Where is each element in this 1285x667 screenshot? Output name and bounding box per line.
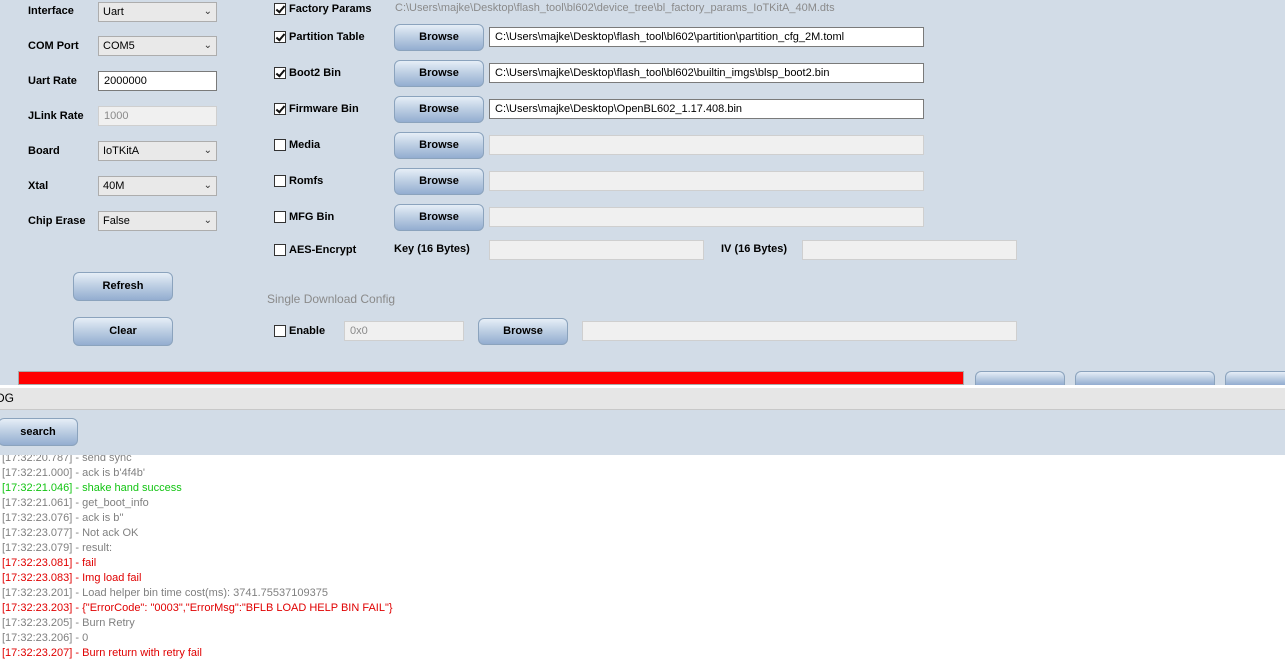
- interface-value: Uart: [103, 6, 124, 18]
- log-line: [17:32:23.206] - 0: [2, 632, 89, 644]
- single-download-browse-button[interactable]: Browse: [478, 318, 568, 345]
- log-line: [17:32:21.061] - get_boot_info: [2, 497, 149, 509]
- factory-params-checkbox[interactable]: [274, 3, 286, 15]
- uart-rate-label: Uart Rate: [28, 75, 77, 87]
- boot2-bin-label: Boot2 Bin: [289, 67, 341, 79]
- single-download-enable-checkbox[interactable]: [274, 325, 286, 337]
- aes-iv-label: IV (16 Bytes): [721, 243, 788, 255]
- media-label: Media: [289, 139, 321, 151]
- mfg-bin-checkbox[interactable]: [274, 211, 286, 223]
- progress-bar: [18, 371, 964, 385]
- action-button-1[interactable]: [975, 371, 1065, 385]
- media-checkbox[interactable]: [274, 139, 286, 151]
- aes-key-label: Key (16 Bytes): [394, 243, 470, 255]
- chip-erase-select[interactable]: False ⌄: [98, 211, 217, 231]
- romfs-browse-button[interactable]: Browse: [394, 168, 484, 195]
- com-port-value: COM5: [103, 40, 135, 52]
- factory-params-label: Factory Params: [289, 3, 372, 15]
- firmware-bin-path-input[interactable]: C:\Users\majke\Desktop\OpenBL602_1.17.40…: [489, 99, 924, 119]
- single-download-section-label: Single Download Config: [267, 292, 396, 306]
- firmware-bin-checkbox[interactable]: [274, 103, 286, 115]
- aes-key-input: [489, 240, 704, 260]
- xtal-value: 40M: [103, 180, 125, 192]
- media-browse-button[interactable]: Browse: [394, 132, 484, 159]
- log-line: [17:32:23.205] - Burn Retry: [2, 617, 135, 629]
- log-line: [17:32:23.076] - ack is b'': [2, 512, 124, 524]
- log-section-header: DG: [0, 388, 1285, 410]
- firmware-bin-label: Firmware Bin: [289, 103, 359, 115]
- com-port-label: COM Port: [28, 40, 79, 52]
- log-line: [17:32:20.787] - send sync: [2, 455, 132, 464]
- xtal-label: Xtal: [28, 180, 49, 192]
- romfs-path-input: [489, 171, 924, 191]
- chip-erase-label: Chip Erase: [28, 215, 86, 227]
- media-path-input: [489, 135, 924, 155]
- jlink-rate-label: JLink Rate: [28, 110, 84, 122]
- chevron-down-icon: ⌄: [203, 40, 212, 51]
- interface-label: Interface: [28, 5, 74, 17]
- log-line: [17:32:23.083] - Img load fail: [2, 572, 142, 584]
- xtal-select[interactable]: 40M ⌄: [98, 176, 217, 196]
- chevron-down-icon: ⌄: [203, 215, 212, 226]
- single-download-enable-label: Enable: [289, 325, 326, 337]
- clear-button[interactable]: Clear: [73, 317, 173, 346]
- aes-iv-input: [802, 240, 1017, 260]
- chevron-down-icon: ⌄: [203, 6, 212, 17]
- partition-table-checkbox[interactable]: [274, 31, 286, 43]
- single-download-path-input: [582, 321, 1017, 341]
- chevron-down-icon: ⌄: [203, 180, 212, 191]
- log-section-title: DG: [0, 391, 14, 405]
- romfs-checkbox[interactable]: [274, 175, 286, 187]
- interface-select[interactable]: Uart ⌄: [98, 2, 217, 22]
- log-line: [17:32:23.201] - Load helper bin time co…: [2, 587, 328, 599]
- boot2-bin-browse-button[interactable]: Browse: [394, 60, 484, 87]
- board-label: Board: [28, 145, 60, 157]
- partition-table-path-input[interactable]: C:\Users\majke\Desktop\flash_tool\bl602\…: [489, 27, 924, 47]
- log-toolbar: [0, 410, 1285, 455]
- log-line: [17:32:23.203] - {"ErrorCode": "0003","E…: [2, 602, 393, 614]
- com-port-select[interactable]: COM5 ⌄: [98, 36, 217, 56]
- progress-fill: [19, 372, 963, 384]
- firmware-bin-browse-button[interactable]: Browse: [394, 96, 484, 123]
- romfs-label: Romfs: [289, 175, 324, 187]
- partition-table-label: Partition Table: [289, 31, 365, 43]
- chevron-down-icon: ⌄: [203, 145, 212, 156]
- partition-table-browse-button[interactable]: Browse: [394, 24, 484, 51]
- jlink-rate-input: 1000: [98, 106, 217, 126]
- mfg-bin-label: MFG Bin: [289, 211, 335, 223]
- aes-encrypt-checkbox[interactable]: [274, 244, 286, 256]
- mfg-bin-path-input: [489, 207, 924, 227]
- boot2-bin-checkbox[interactable]: [274, 67, 286, 79]
- mfg-bin-browse-button[interactable]: Browse: [394, 204, 484, 231]
- refresh-button[interactable]: Refresh: [73, 272, 173, 301]
- log-line: [17:32:23.077] - Not ack OK: [2, 527, 139, 539]
- log-output[interactable]: [17:32:20.787] - send sync [17:32:21.000]…: [0, 455, 1285, 667]
- aes-encrypt-label: AES-Encrypt: [289, 244, 357, 256]
- log-line: [17:32:23.079] - result:: [2, 542, 113, 554]
- log-line: [17:32:21.046] - shake hand success: [2, 482, 182, 494]
- action-button-2[interactable]: [1075, 371, 1215, 385]
- factory-params-path: C:\Users\majke\Desktop\flash_tool\bl602\…: [395, 2, 835, 14]
- search-button[interactable]: search: [0, 418, 78, 446]
- single-download-address-input[interactable]: 0x0: [344, 321, 464, 341]
- chip-erase-value: False: [103, 215, 130, 227]
- board-select[interactable]: IoTKitA ⌄: [98, 141, 217, 161]
- boot2-bin-path-input[interactable]: C:\Users\majke\Desktop\flash_tool\bl602\…: [489, 63, 924, 83]
- log-line: [17:32:23.081] - fail: [2, 557, 97, 569]
- log-line: [17:32:23.207] - Burn return with retry …: [2, 647, 202, 659]
- uart-rate-input[interactable]: 2000000: [98, 71, 217, 91]
- action-button-3[interactable]: [1225, 371, 1285, 385]
- log-line: [17:32:21.000] - ack is b'4f4b': [2, 467, 146, 479]
- board-value: IoTKitA: [103, 145, 140, 157]
